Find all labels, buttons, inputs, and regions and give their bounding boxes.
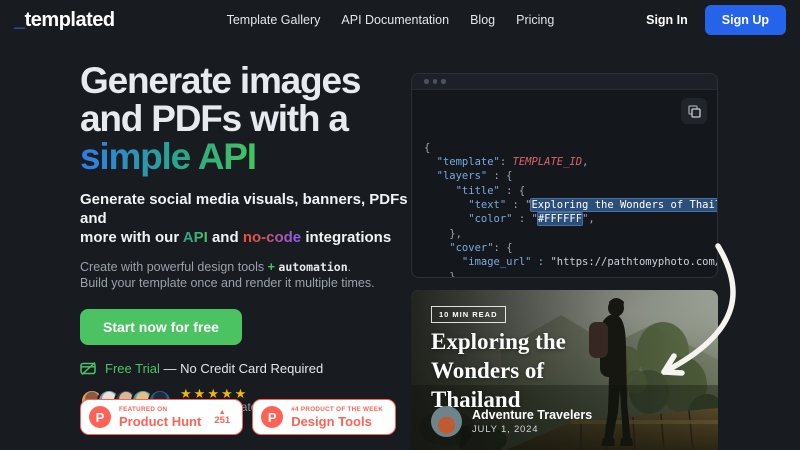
product-hunt-week-badge[interactable]: P #4 PRODUCT OF THE WEEK Design Tools: [252, 399, 396, 435]
logo[interactable]: _templated: [14, 9, 115, 32]
code-line: "image_url" : "https://pathtomyphoto.com…: [424, 255, 705, 269]
badge-caption: #4 PRODUCT OF THE WEEK: [291, 406, 383, 413]
code-line: "color" : "#FFFFFF",: [424, 212, 705, 226]
badge-title: Product Hunt: [119, 414, 201, 429]
hero-title: Generate images and PDFs with a simple A…: [80, 62, 415, 176]
author-row: Adventure Travelers JULY 1, 2024: [431, 406, 592, 437]
free-trial-label: Free Trial: [105, 361, 160, 376]
author-avatar: [431, 406, 462, 437]
product-hunt-badges: P FEATURED ON Product Hunt ▲ 251 P #4 PR…: [80, 399, 396, 435]
read-time-badge: 10 MIN READ: [431, 306, 506, 323]
code-line: }: [424, 270, 705, 278]
window-dot-icon: [433, 79, 438, 84]
nocode-highlight: no-code: [243, 229, 301, 246]
hero-body-text: Create with powerful design tools + auto…: [80, 259, 415, 291]
hero-subtitle: Generate social media visuals, banners, …: [80, 190, 415, 247]
code-editor-panel: { "template": TEMPLATE_ID, "layers" : { …: [411, 73, 718, 278]
no-credit-card-icon: [80, 361, 97, 376]
code-line: "template": TEMPLATE_ID,: [424, 155, 705, 169]
code-line: "text" : "Exploring the Wonders of Thail…: [424, 198, 705, 212]
code-line: "title" : {: [424, 184, 705, 198]
code-line: "layers" : {: [424, 169, 705, 183]
nav-item-api-documentation[interactable]: API Documentation: [341, 13, 449, 27]
code-editor-titlebar: [412, 74, 717, 90]
automation-code: automation: [278, 260, 347, 274]
hero-title-line2: and PDFs with a: [80, 98, 348, 139]
code-json-body: { "template": TEMPLATE_ID, "layers" : { …: [412, 90, 717, 278]
nav-item-template-gallery[interactable]: Template Gallery: [227, 13, 321, 27]
main-nav: Template Gallery API Documentation Blog Pri…: [227, 13, 555, 27]
copy-code-button[interactable]: [681, 98, 707, 124]
product-hunt-icon: P: [89, 406, 111, 428]
hero-title-gradient: simple API: [80, 136, 256, 177]
window-dot-icon: [424, 79, 429, 84]
code-line: "cover": {: [424, 241, 705, 255]
window-dot-icon: [441, 79, 446, 84]
code-line: {: [424, 141, 705, 155]
plus-highlight: +: [268, 260, 275, 274]
upvote-count: ▲ 251: [214, 409, 230, 426]
logo-text: templated: [25, 9, 115, 31]
header: _templated Template Gallery API Documenta…: [0, 0, 800, 40]
rendered-image-preview: 10 MIN READ Exploring the Wonders of Tha…: [411, 290, 718, 450]
logo-underscore: _: [14, 9, 25, 31]
article-title: Exploring the Wonders of Thailand: [431, 327, 566, 414]
auth-actions: Sign In Sign Up: [646, 5, 786, 35]
selected-text: #FFFFFF: [538, 213, 582, 225]
badge-caption: FEATURED ON: [119, 406, 201, 413]
api-highlight: API: [183, 229, 208, 246]
article-date: JULY 1, 2024: [472, 424, 592, 435]
sign-in-link[interactable]: Sign In: [646, 13, 688, 27]
landing-page: _templated Template Gallery API Documenta…: [0, 0, 800, 450]
product-hunt-featured-badge[interactable]: P FEATURED ON Product Hunt ▲ 251: [80, 399, 243, 435]
start-free-button[interactable]: Start now for free: [80, 309, 242, 345]
sign-up-button[interactable]: Sign Up: [705, 5, 786, 35]
selected-text: Exploring the Wonders of Thailand: [531, 199, 718, 211]
code-line: },: [424, 227, 705, 241]
free-trial-row: Free Trial — No Credit Card Required: [80, 361, 415, 376]
nav-item-pricing[interactable]: Pricing: [516, 13, 554, 27]
hero-section: Generate images and PDFs with a simple A…: [80, 62, 415, 414]
badge-title: Design Tools: [291, 414, 383, 429]
author-name: Adventure Travelers: [472, 408, 592, 422]
nav-item-blog[interactable]: Blog: [470, 13, 495, 27]
hero-title-line1: Generate images: [80, 60, 360, 101]
product-hunt-icon: P: [261, 406, 283, 428]
